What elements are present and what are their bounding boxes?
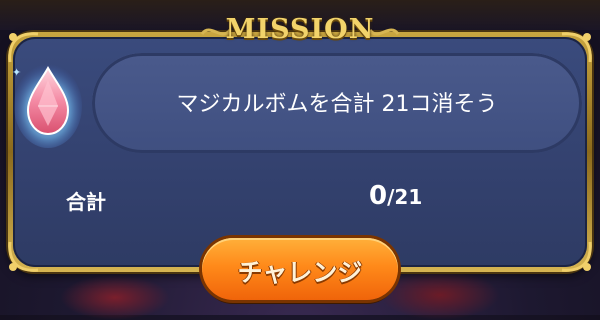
challenge-button[interactable]: チャレンジ bbox=[202, 238, 398, 300]
background-decoration bbox=[60, 275, 170, 320]
pink-gem-icon bbox=[12, 58, 84, 148]
background-decoration bbox=[380, 270, 500, 320]
page-title: MISSION bbox=[225, 14, 375, 45]
total-label: 合計 bbox=[66, 190, 106, 214]
title-plate: MISSION bbox=[200, 12, 400, 48]
progress-count: 0/21 bbox=[369, 181, 422, 211]
progress-target: 21 bbox=[394, 185, 423, 209]
mission-description: マジカルボムを合計 21コ消そう bbox=[176, 92, 498, 117]
progress-current: 0 bbox=[369, 181, 388, 211]
corner-ornament-icon bbox=[561, 241, 592, 272]
sparkle-icon: ✦ bbox=[12, 66, 22, 79]
corner-ornament-icon bbox=[8, 241, 39, 272]
mission-description-box: マジカルボムを合計 21コ消そう bbox=[92, 53, 582, 153]
challenge-button-label: チャレンジ bbox=[237, 258, 363, 287]
